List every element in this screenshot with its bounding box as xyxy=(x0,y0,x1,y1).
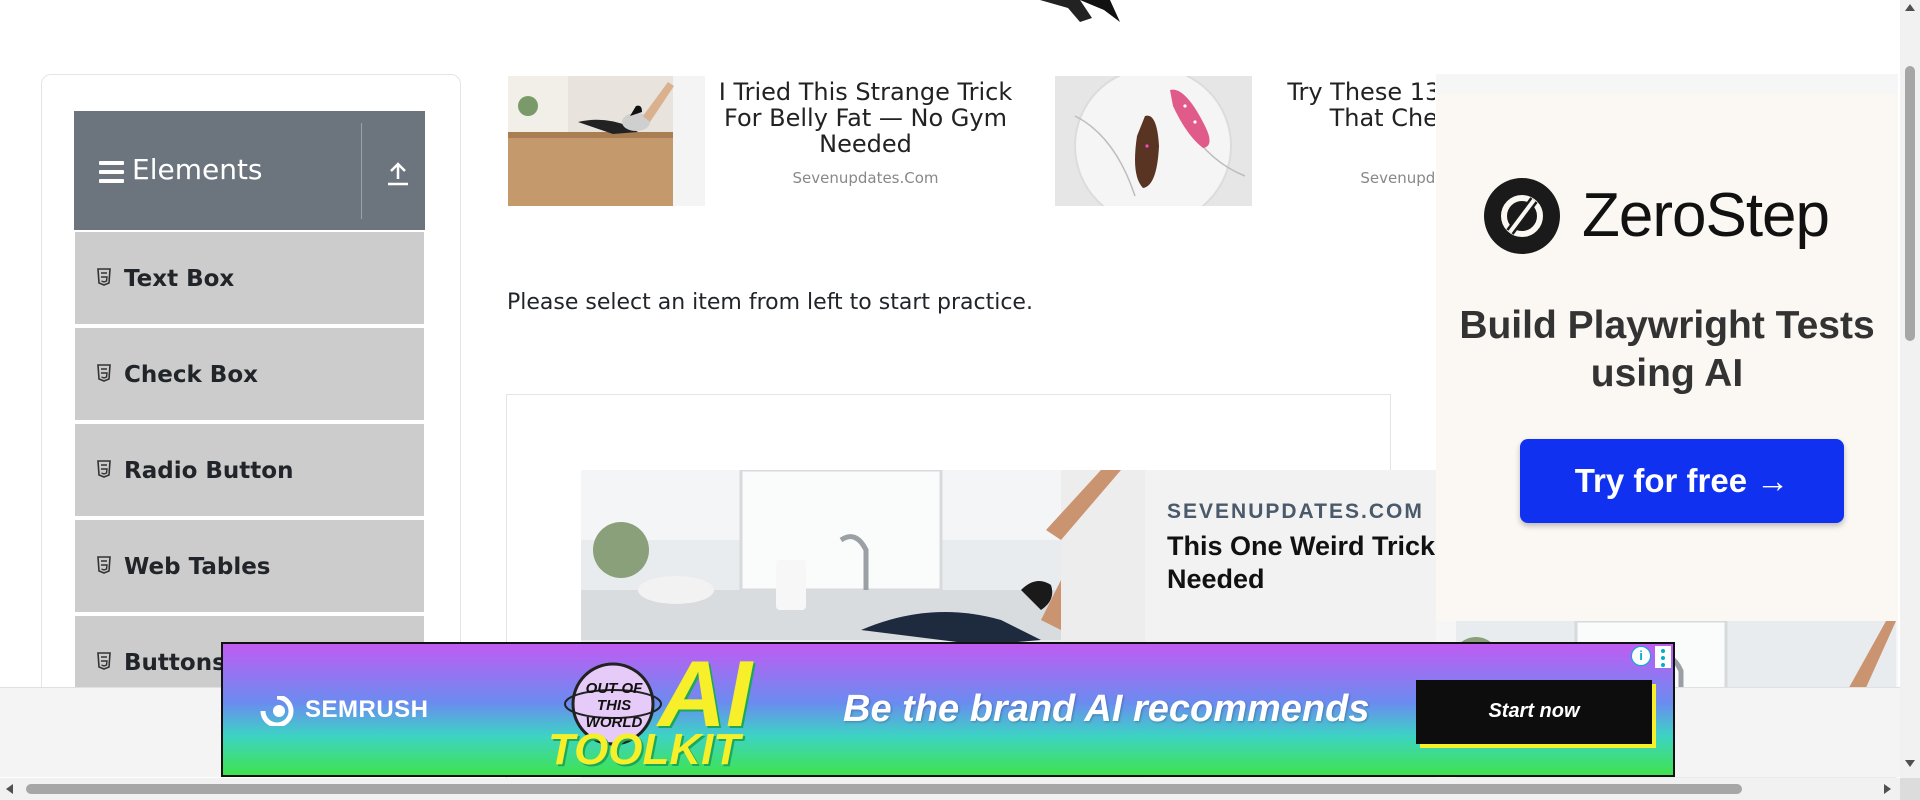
html5-icon xyxy=(97,364,111,382)
site-logo-icon[interactable] xyxy=(1040,0,1120,22)
horizontal-scroll-thumb[interactable] xyxy=(26,784,1742,794)
sidebar-item-label: Web Tables xyxy=(124,554,271,580)
scrollbar-corner xyxy=(1900,778,1920,800)
sidebar-item-label: Check Box xyxy=(124,362,258,388)
ad-title: Try These 13 Snacks That Cheat M xyxy=(1287,78,1435,132)
ad-image xyxy=(508,76,705,206)
badge-text: OUT OF THIS WORLD xyxy=(585,680,643,731)
sidebar-item-check-box[interactable]: Check Box xyxy=(75,328,424,421)
ad-source: Sevenupdate xyxy=(1360,169,1435,187)
practice-instruction: Please select an item from left to start… xyxy=(507,290,1033,315)
more-options-icon[interactable] xyxy=(1655,646,1671,668)
sidebar-item-text-box[interactable]: Text Box xyxy=(75,232,424,325)
vertical-scrollbar[interactable] xyxy=(1900,0,1920,778)
zerostep-logo-icon xyxy=(1484,178,1560,254)
ad-headline: This One Weird Trick Needed xyxy=(1167,531,1436,594)
hamburger-icon xyxy=(99,161,124,183)
semrush-brand: SEMRUSH xyxy=(305,696,429,723)
vertical-scroll-thumb[interactable] xyxy=(1905,66,1915,341)
html5-icon xyxy=(97,652,111,670)
ad-title: I Tried This Strange Trick For Belly Fat… xyxy=(718,78,1013,158)
sidebar-item-label: Text Box xyxy=(124,266,235,292)
semrush-ad[interactable]: SEMRUSH OUT OF THIS WORLD AI TOOLKIT Be … xyxy=(221,642,1675,777)
ad-card-belly-fat[interactable]: I Tried This Strange Trick For Belly Fat… xyxy=(508,76,1018,208)
html5-icon xyxy=(97,460,111,478)
ad-image xyxy=(1055,76,1252,206)
semrush-logo-icon xyxy=(260,696,294,726)
html5-icon xyxy=(97,268,111,286)
sidebar-item-label: Buttons xyxy=(124,650,226,676)
scroll-left-icon[interactable] xyxy=(6,784,13,794)
ad-tagline: Be the brand AI recommends xyxy=(843,688,1370,730)
sidebar-item-radio-button[interactable]: Radio Button xyxy=(75,424,424,517)
ad-site: SEVENUPDATES.COM xyxy=(1167,500,1424,523)
zerostep-headline: Build Playwright Tests using AI xyxy=(1459,304,1875,395)
group-title: Elements xyxy=(132,153,263,186)
sidebar-item-web-tables[interactable]: Web Tables xyxy=(75,520,424,613)
horizontal-scrollbar[interactable] xyxy=(0,778,1920,800)
sidebar-item-label: Radio Button xyxy=(124,458,294,484)
html5-icon xyxy=(97,556,111,574)
group-header-elements[interactable]: Elements xyxy=(74,111,425,230)
scroll-down-icon[interactable] xyxy=(1905,760,1915,767)
upload-icon[interactable] xyxy=(386,161,410,187)
toolkit-text: TOOLKIT xyxy=(548,725,741,774)
ad-info-icon[interactable]: i xyxy=(1631,646,1651,666)
zerostep-ad-panel: ZeroStep Build Playwright Tests using AI… xyxy=(1436,94,1898,621)
start-now-button[interactable]: Start now xyxy=(1416,680,1652,744)
scroll-right-icon[interactable] xyxy=(1884,784,1891,794)
ad-card-snacks[interactable]: Try These 13 Snacks That Cheat M Sevenup… xyxy=(1055,76,1435,208)
ad-source: Sevenupdates.Com xyxy=(792,169,939,187)
zerostep-brand: ZeroStep xyxy=(1582,181,1830,250)
scroll-up-icon[interactable] xyxy=(1905,4,1915,11)
try-for-free-button[interactable]: Try for free → xyxy=(1520,439,1844,523)
header-divider xyxy=(361,123,362,219)
